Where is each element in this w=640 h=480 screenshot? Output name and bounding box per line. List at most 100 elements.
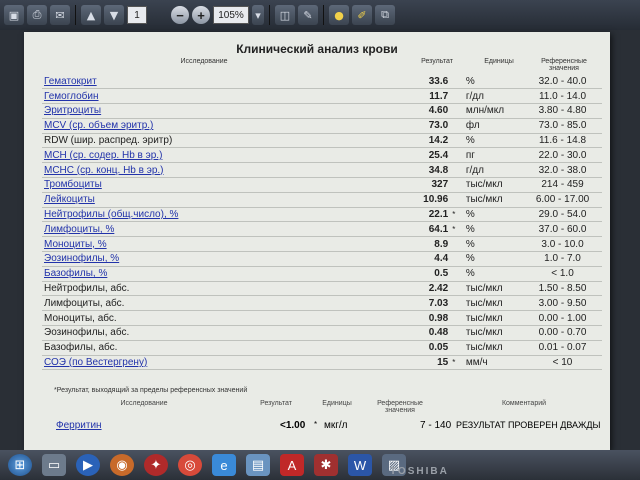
test-name: Эозинофилы, абс.	[44, 327, 130, 339]
chrome-icon[interactable]: ◎	[178, 454, 202, 476]
out-of-range-flag	[450, 236, 464, 253]
test-name: Моноциты, абс.	[44, 312, 117, 324]
test-name-link[interactable]: MCH (ср. содер. Hb в эр.)	[44, 150, 162, 161]
pdf-icon[interactable]: A	[280, 454, 304, 476]
test-name-link[interactable]: Моноциты, %	[44, 239, 107, 250]
row-name-cell: Лимфоциты, %	[42, 221, 287, 238]
toolbar-divider	[269, 5, 270, 25]
test-name-link[interactable]: Лимфоциты, %	[44, 224, 114, 235]
toolbar-divider	[323, 5, 324, 25]
row-name-cell: Базофилы, абс.	[42, 340, 287, 356]
table-row: Базофилы, абс. 0.05 тыс/мкл 0.01 - 0.07	[42, 340, 602, 356]
result-value: 327	[286, 177, 451, 193]
test-name-link[interactable]: MCV (ср. объем эритр.)	[44, 120, 153, 131]
table-row: Нейтрофилы, абс. 2.42 тыс/мкл 1.50 - 8.50	[42, 281, 602, 297]
out-of-range-flag	[450, 295, 464, 312]
table-row: Лимфоциты, % 64.1 *% 37.0 - 60.0	[42, 221, 602, 238]
result-value: 14.2	[286, 133, 451, 149]
reference-range: 37.0 - 60.0	[523, 221, 602, 238]
sign-icon[interactable]: ⧉	[375, 5, 395, 25]
pinned-icon[interactable]: ✦	[144, 454, 168, 476]
test-name-link[interactable]: Лейкоциты	[44, 194, 95, 205]
out-of-range-flag	[450, 147, 464, 164]
app-icon[interactable]: ✱	[314, 454, 338, 476]
result-value: 0.48	[286, 325, 451, 341]
page-up-icon[interactable]: ▲	[81, 5, 101, 25]
ferritin-flag: *	[314, 420, 318, 429]
row-name-cell: MCH (ср. содер. Hb в эр.)	[42, 147, 287, 164]
row-name-cell: Эозинофилы, абс.	[42, 325, 287, 341]
out-of-range-flag: *	[450, 355, 464, 371]
page-number-input[interactable]: 1	[127, 6, 147, 24]
table-row: MCHC (ср. конц. Hb в эр.) 34.8 г/дл 32.0 - …	[42, 162, 602, 179]
highlight-icon[interactable]: ✐	[352, 5, 372, 25]
result-value: 22.1	[286, 207, 451, 223]
zoom-in-icon[interactable]: +	[192, 6, 210, 24]
zoom-dropdown-icon[interactable]: ▾	[252, 5, 264, 25]
ferritin-link[interactable]: Ферритин	[56, 420, 102, 431]
test-name-link[interactable]: Эритроциты	[44, 105, 101, 116]
document-viewport[interactable]: Клинический анализ крови Исследование Ре…	[0, 30, 640, 450]
table-row: Нейтрофилы (общ.число), % 22.1 *% 29.0 - 54…	[42, 207, 602, 223]
firefox-icon[interactable]: ◉	[110, 454, 134, 476]
result-unit: тыс/мкл	[463, 325, 524, 341]
toolbar-divider	[75, 5, 76, 25]
start-icon[interactable]: ⊞	[8, 454, 32, 476]
reference-range: 3.80 - 4.80	[523, 103, 602, 119]
reference-range: 32.0 - 38.0	[523, 162, 602, 179]
out-of-range-flag	[450, 103, 464, 119]
page-down-icon[interactable]: ▼	[104, 5, 124, 25]
result-value: 4.60	[286, 103, 451, 119]
table-row: Гематокрит 33.6% 32.0 - 40.0	[42, 74, 602, 90]
comment-icon[interactable]: ●	[329, 5, 349, 25]
test-name-link[interactable]: Эозинофилы, %	[44, 253, 119, 264]
folder-icon[interactable]: ▤	[246, 454, 270, 476]
ie-icon[interactable]: e	[212, 454, 236, 476]
row-name-cell: MCHC (ср. конц. Hb в эр.)	[42, 162, 287, 179]
row-name-cell: Нейтрофилы, абс.	[42, 281, 287, 297]
footnote: *Результат, выходящий за пределы референ…	[54, 387, 248, 394]
row-name-cell: Гемоглобин	[42, 88, 287, 105]
test-name-link[interactable]: Гемоглобин	[44, 91, 99, 102]
save-icon[interactable]: ▣	[4, 5, 24, 25]
result-unit: тыс/мкл	[463, 281, 524, 297]
test-name-link[interactable]: MCHC (ср. конц. Hb в эр.)	[44, 165, 164, 176]
zoom-out-icon[interactable]: −	[171, 6, 189, 24]
word-icon[interactable]: W	[348, 454, 372, 476]
row-name-cell: Гематокрит	[42, 74, 287, 90]
test-name-link[interactable]: Гематокрит	[44, 76, 97, 87]
reference-range: 3.00 - 9.50	[523, 295, 602, 312]
reference-range: 11.0 - 14.0	[523, 88, 602, 105]
table-row: Эозинофилы, % 4.4% 1.0 - 7.0	[42, 251, 602, 267]
zoom-level-field[interactable]: 105%	[213, 6, 249, 24]
result-unit: %	[463, 236, 524, 253]
ferritin-row: Ферритин <1.00 * мкг/л 7 - 140 РЕЗУЛЬТАТ…	[42, 420, 602, 434]
result-value: 7.03	[286, 295, 451, 312]
result-unit: фл	[463, 118, 524, 134]
media-player-icon[interactable]: ▶	[76, 454, 100, 476]
test-name-link[interactable]: Тромбоциты	[44, 179, 102, 190]
test-name-link[interactable]: СОЭ (по Вестергрену)	[44, 357, 147, 368]
explorer-icon[interactable]: ▭	[42, 454, 66, 476]
row-name-cell: RDW (шир. распред. эритр)	[42, 133, 287, 149]
reference-range: 22.0 - 30.0	[523, 147, 602, 164]
out-of-range-flag	[450, 177, 464, 193]
mail-icon[interactable]: ✉	[50, 5, 70, 25]
result-unit: тыс/мкл	[463, 192, 524, 208]
result-value: 8.9	[286, 236, 451, 253]
out-of-range-flag	[450, 74, 464, 90]
row-name-cell: Базофилы, %	[42, 266, 287, 282]
fit-page-icon[interactable]: ◫	[275, 5, 295, 25]
row-name-cell: СОЭ (по Вестергрену)	[42, 355, 287, 371]
reference-range: < 1.0	[523, 266, 602, 282]
out-of-range-flag	[450, 251, 464, 267]
sub-header-units: Единицы	[322, 400, 352, 407]
test-name-link[interactable]: Базофилы, %	[44, 268, 107, 279]
document-page: Клинический анализ крови Исследование Ре…	[24, 32, 610, 450]
test-name-link[interactable]: Нейтрофилы (общ.число), %	[44, 209, 178, 220]
result-unit: тыс/мкл	[463, 295, 524, 312]
result-value: 64.1	[286, 221, 451, 238]
tools-icon[interactable]: ✎	[298, 5, 318, 25]
print-icon[interactable]: ⎙	[27, 5, 47, 25]
reference-range: 6.00 - 17.00	[523, 192, 602, 208]
